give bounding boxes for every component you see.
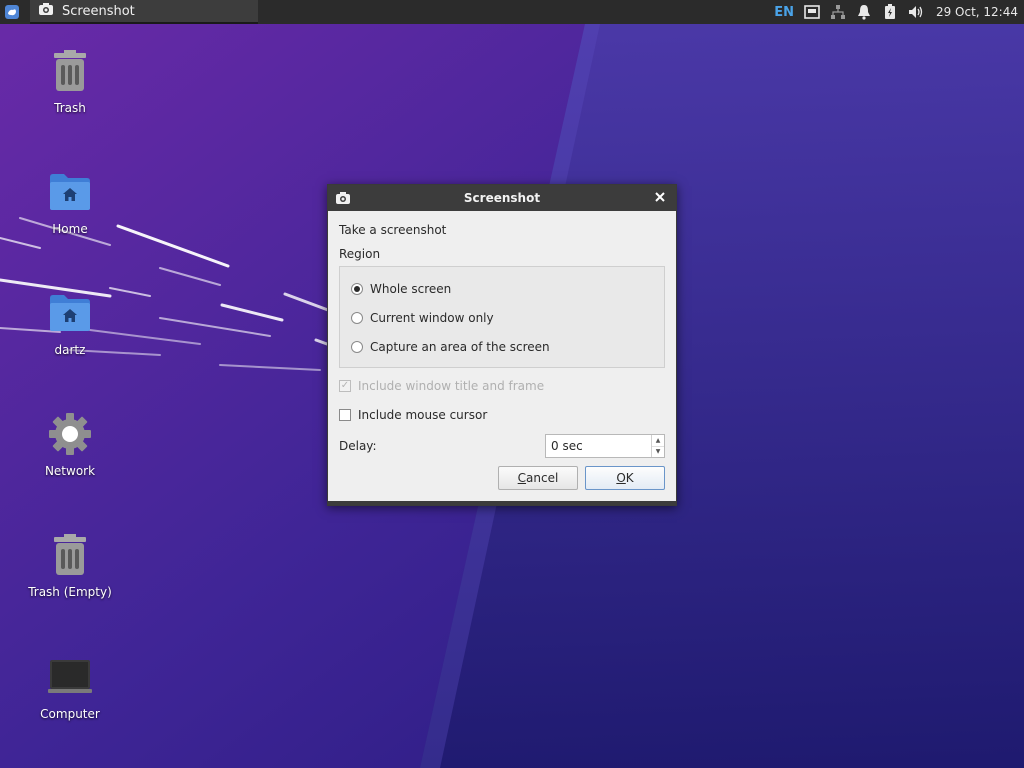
cancel-button[interactable]: Cancel bbox=[498, 466, 578, 490]
screenshot-dialog: Screenshot Take a screenshot Region Whol… bbox=[327, 184, 677, 506]
desktop-icon-label: Trash bbox=[54, 101, 86, 115]
dialog-title: Screenshot bbox=[463, 191, 541, 205]
radio-label: Whole screen bbox=[370, 282, 452, 296]
dialog-body: Take a screenshot Region Whole screen Cu… bbox=[328, 211, 676, 458]
radio-label: Current window only bbox=[370, 311, 494, 325]
spin-down-icon[interactable]: ▼ bbox=[652, 447, 664, 458]
xfce-logo-icon bbox=[5, 5, 19, 19]
taskbar-item-screenshot[interactable]: Screenshot bbox=[30, 0, 258, 24]
camera-icon bbox=[335, 191, 351, 208]
radio-button[interactable] bbox=[351, 341, 363, 353]
clipboard-icon[interactable] bbox=[804, 4, 820, 20]
desktop-icon-trash-empty[interactable]: Trash (Empty) bbox=[20, 531, 120, 599]
delay-value[interactable]: 0 sec bbox=[546, 439, 651, 453]
top-panel: Screenshot EN 29 Oct, 12:44 bbox=[0, 0, 1024, 24]
ok-mnemonic: O bbox=[616, 471, 626, 485]
dialog-titlebar[interactable]: Screenshot bbox=[328, 185, 676, 211]
desktop-icon-label: Trash (Empty) bbox=[28, 585, 112, 599]
dialog-buttons: Cancel OK bbox=[498, 466, 665, 490]
checkbox-include-cursor[interactable]: Include mouse cursor bbox=[339, 405, 665, 425]
panel-clock[interactable]: 29 Oct, 12:44 bbox=[936, 5, 1018, 19]
ok-label-rest: K bbox=[625, 471, 634, 485]
volume-icon[interactable] bbox=[908, 4, 924, 20]
ok-button[interactable]: OK bbox=[585, 466, 665, 490]
delay-row: Delay: 0 sec ▲ ▼ bbox=[339, 434, 665, 458]
folder-home-icon bbox=[46, 289, 94, 337]
network-gear-icon bbox=[46, 410, 94, 458]
radio-capture-area[interactable]: Capture an area of the screen bbox=[351, 337, 664, 357]
region-label: Region bbox=[339, 247, 381, 261]
radio-whole-screen[interactable]: Whole screen bbox=[351, 279, 664, 299]
taskbar-item-label: Screenshot bbox=[62, 3, 135, 19]
spin-up-icon[interactable]: ▲ bbox=[652, 435, 664, 447]
system-tray: EN 29 Oct, 12:44 bbox=[774, 4, 1024, 20]
network-icon[interactable] bbox=[830, 4, 846, 20]
keyboard-layout-indicator[interactable]: EN bbox=[774, 5, 794, 20]
desktop-icon-label: Computer bbox=[40, 707, 100, 721]
desktop-icon-trash[interactable]: Trash bbox=[20, 47, 120, 115]
cancel-mnemonic: C bbox=[517, 471, 527, 485]
trash-icon bbox=[46, 47, 94, 95]
radio-current-window[interactable]: Current window only bbox=[351, 308, 664, 328]
radio-button[interactable] bbox=[351, 312, 363, 324]
trash-icon bbox=[46, 531, 94, 579]
cancel-label-rest: ancel bbox=[526, 471, 559, 485]
desktop-icon-label: Home bbox=[52, 222, 88, 236]
checkbox-label: Include window title and frame bbox=[358, 379, 545, 393]
checkbox-include-frame[interactable]: ✓ Include window title and frame bbox=[339, 376, 665, 396]
battery-icon[interactable] bbox=[882, 4, 898, 20]
delay-label: Delay: bbox=[339, 439, 377, 453]
radio-label: Capture an area of the screen bbox=[370, 340, 550, 354]
whisker-menu-button[interactable] bbox=[0, 0, 24, 24]
close-icon bbox=[655, 192, 665, 202]
desktop-icon-label: dartz bbox=[54, 343, 86, 357]
desktop-icon-home[interactable]: Home bbox=[20, 168, 120, 236]
desktop-icon-computer[interactable]: Computer bbox=[20, 653, 120, 721]
radio-button[interactable] bbox=[351, 283, 363, 295]
close-button[interactable] bbox=[652, 189, 668, 205]
folder-home-icon bbox=[46, 168, 94, 216]
desktop-icon-network[interactable]: Network bbox=[20, 410, 120, 478]
notification-bell-icon[interactable] bbox=[856, 4, 872, 20]
desktop-icon-dartz[interactable]: dartz bbox=[20, 289, 120, 357]
computer-icon bbox=[46, 653, 94, 701]
checkbox[interactable] bbox=[339, 409, 351, 421]
checkbox[interactable]: ✓ bbox=[339, 380, 351, 392]
camera-icon bbox=[38, 2, 54, 20]
checkbox-label: Include mouse cursor bbox=[358, 408, 488, 422]
spin-arrows: ▲ ▼ bbox=[651, 435, 664, 457]
dialog-bottom-border bbox=[328, 501, 676, 505]
region-group: Whole screen Current window only Capture… bbox=[339, 266, 665, 368]
desktop-icon-label: Network bbox=[44, 464, 96, 478]
dialog-heading: Take a screenshot bbox=[339, 223, 447, 237]
delay-spinbox[interactable]: 0 sec ▲ ▼ bbox=[545, 434, 665, 458]
